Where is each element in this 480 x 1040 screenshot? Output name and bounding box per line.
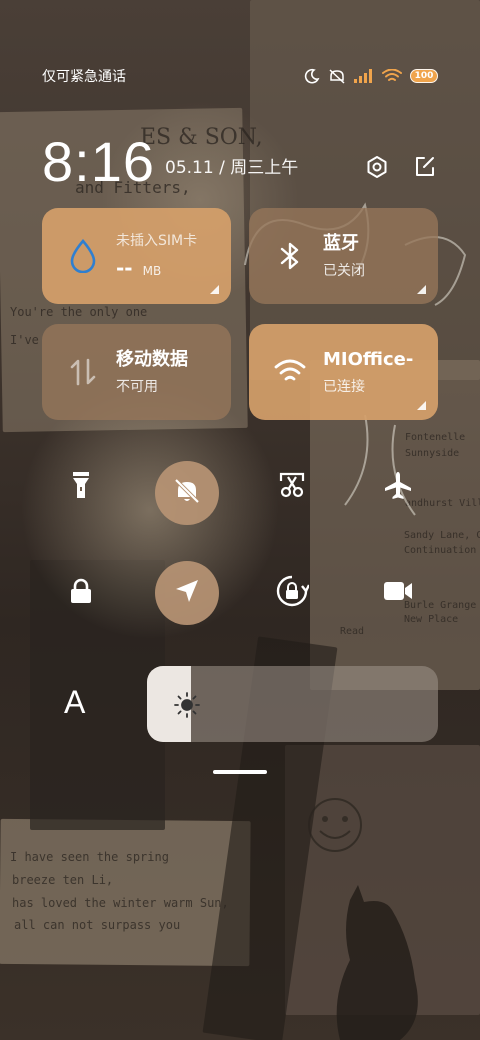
data-usage-tile[interactable]: 未插入SIM卡 -- MB — [42, 208, 231, 304]
signal-icon — [354, 69, 374, 83]
wifi-network-name: MIOffice- — [323, 349, 414, 371]
bluetooth-status: 已关闭 — [323, 262, 365, 279]
wifi-status: 已连接 — [323, 378, 365, 395]
location-icon — [174, 578, 200, 608]
mobile-data-tile[interactable]: 移动数据 不可用 — [42, 324, 231, 420]
sun-icon — [173, 691, 201, 723]
moon-icon — [304, 68, 320, 84]
screenshot-toggle[interactable] — [260, 455, 324, 519]
status-bar: 仅可紧急通话 100 — [42, 64, 438, 88]
water-drop-icon — [66, 239, 100, 273]
expand-corner-icon — [417, 285, 426, 294]
flashlight-icon — [70, 470, 92, 504]
rotation-lock-icon — [275, 574, 311, 612]
airplane-icon — [383, 470, 413, 504]
settings-icon[interactable] — [364, 154, 390, 180]
lock-icon — [69, 578, 93, 608]
date: 05.11 / 周三上午 — [165, 158, 299, 178]
wifi-tile[interactable]: MIOffice- 已连接 — [249, 324, 438, 420]
data-usage-unit: MB — [142, 264, 162, 279]
data-arrows-icon — [66, 355, 100, 389]
mobile-data-status: 不可用 — [116, 378, 158, 395]
airplane-toggle[interactable] — [366, 455, 430, 519]
brightness-slider[interactable] — [147, 666, 438, 742]
wifi-icon — [273, 355, 307, 389]
font-size-button[interactable]: A — [64, 684, 85, 721]
location-toggle[interactable] — [155, 561, 219, 625]
flashlight-toggle[interactable] — [49, 455, 113, 519]
expand-corner-icon — [210, 285, 219, 294]
bell-off-icon — [173, 477, 201, 509]
rotation-lock-toggle[interactable] — [260, 561, 324, 625]
sim-status-label: 未插入SIM卡 — [116, 232, 198, 249]
bluetooth-label: 蓝牙 — [323, 233, 359, 255]
battery-icon: 100 — [410, 69, 438, 83]
wifi-icon — [382, 69, 402, 83]
data-usage-value: -- — [116, 256, 133, 281]
carrier-text: 仅可紧急通话 — [42, 69, 126, 85]
bluetooth-tile[interactable]: 蓝牙 已关闭 — [249, 208, 438, 304]
scissors-icon — [278, 471, 306, 503]
clock: 8:16 — [42, 130, 155, 193]
lock-screen-toggle[interactable] — [49, 561, 113, 625]
mobile-data-label: 移动数据 — [116, 349, 188, 371]
mute-icon — [328, 68, 346, 84]
edit-icon[interactable] — [412, 154, 438, 180]
video-camera-icon — [383, 580, 413, 606]
silent-toggle[interactable] — [155, 461, 219, 525]
drag-handle[interactable] — [213, 770, 267, 774]
control-center-header: 8:16 05.11 / 周三上午 — [42, 120, 438, 190]
bluetooth-icon — [273, 239, 307, 273]
screen-record-toggle[interactable] — [366, 561, 430, 625]
expand-corner-icon — [417, 401, 426, 410]
